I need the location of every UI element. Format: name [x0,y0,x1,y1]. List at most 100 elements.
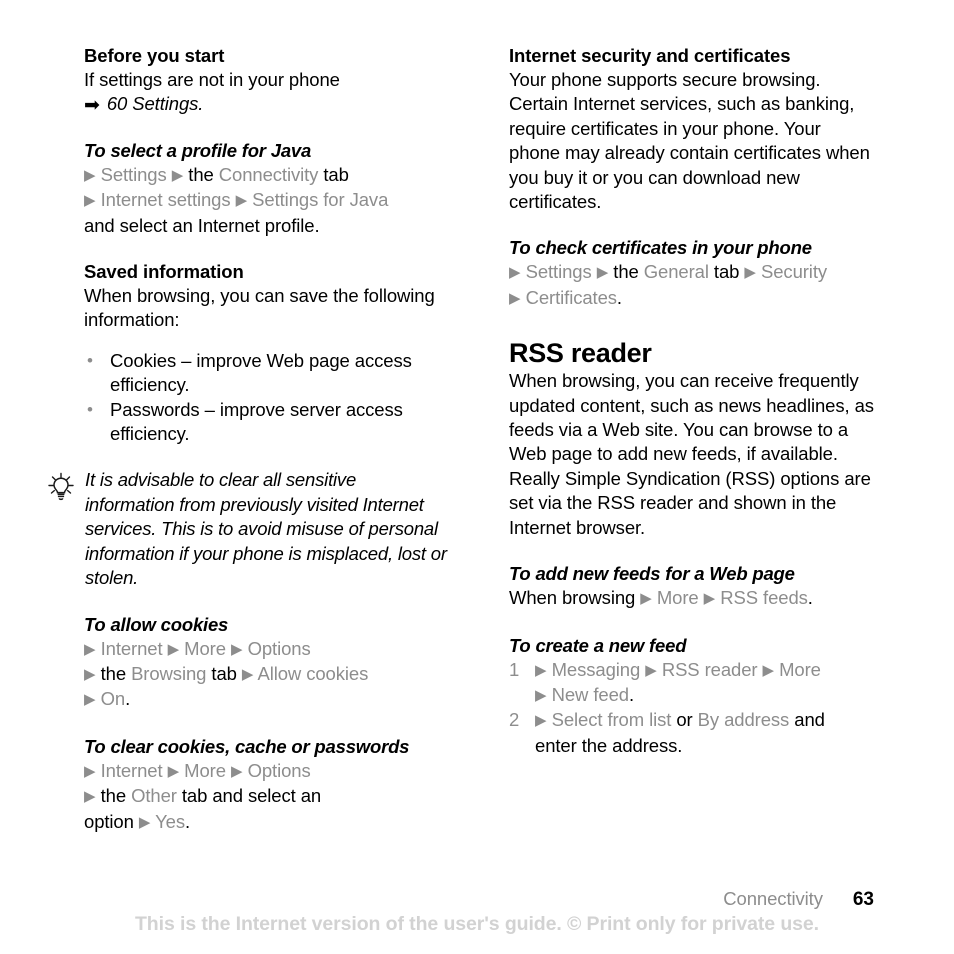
menu-item-label[interactable]: Internet settings [101,189,231,210]
menu-separator-icon: ▶ [645,661,657,679]
menu-item-label[interactable]: Internet [101,638,163,659]
menu-separator-icon: ▶ [84,665,96,683]
menu-item-label[interactable]: Options [248,760,311,781]
path-text: and select an Internet profile. [84,214,320,236]
menu-item-label[interactable]: Security [761,261,827,282]
menu-path-line: ▶ Internet settings ▶ Settings for Java [84,188,449,213]
footer: Connectivity 63 [723,888,874,911]
path-text: . [807,587,813,609]
menu-item-label[interactable]: Other [131,785,177,806]
path-text: the [100,785,127,807]
menu-item-label[interactable]: Select from list [552,709,672,730]
menu-separator-icon: ▶ [230,762,243,780]
menu-item-label[interactable]: Yes [155,811,185,832]
menu-path-line: ▶ the Browsing tab ▶ Allow cookies [84,662,449,687]
menu-separator-icon: ▶ [241,665,254,683]
step-number: 2 [509,709,520,731]
path-text: the [100,662,127,684]
menu-path-line: ▶ Internet ▶ More ▶ Options [84,759,449,784]
menu-separator-icon: ▶ [509,289,521,307]
menu-item-label[interactable]: New feed [552,684,629,705]
footer-watermark: This is the Internet version of the user… [135,913,819,935]
internet-security-body: Your phone supports secure browsing. Cer… [509,69,870,213]
path-text: the [613,261,639,283]
menu-separator-icon: ▶ [235,192,248,210]
menu-path-line: When browsing ▶ More ▶ RSS feeds. [509,586,874,611]
menu-item-label[interactable]: Browsing [131,663,206,684]
heading-before-you-start: Before you start [84,45,225,66]
menu-item-label[interactable]: Allow cookies [257,663,368,684]
menu-separator-icon: ▶ [762,661,775,679]
lightbulb-icon [45,471,77,503]
menu-item-label[interactable]: Settings [526,261,592,282]
heading-select-profile-java: To select a profile for Java [84,139,312,161]
menu-separator-icon: ▶ [744,264,756,282]
menu-separator-icon: ▶ [84,762,96,780]
path-text: . [628,683,634,705]
menu-item-label[interactable]: Connectivity [219,164,319,185]
heading-allow-cookies: To allow cookies [84,613,229,635]
menu-item-label[interactable]: More [657,587,699,608]
heading-clear-cookies: To clear cookies, cache or passwords [84,735,410,757]
saved-information-body: When browsing, you can save the followin… [84,285,435,331]
menu-item-label[interactable]: More [184,760,226,781]
menu-separator-icon: ▶ [640,590,652,608]
list-item-label: Passwords – improve server access effici… [110,398,403,445]
menu-path-line: enter the address. [535,734,874,758]
menu-separator-icon: ▶ [535,712,547,730]
right-arrow-icon: ➡ [84,95,100,117]
numbered-step: 1 ▶ Messaging ▶ RSS reader ▶ More ▶ New fe… [509,658,874,709]
path-text: . [185,810,191,832]
menu-separator-icon: ▶ [535,686,547,704]
menu-item-label[interactable]: More [184,638,226,659]
menu-item-label[interactable]: RSS reader [662,659,758,680]
menu-item-label[interactable]: Options [248,638,311,659]
menu-separator-icon: ▶ [171,166,184,184]
cross-reference-label: 60 Settings. [106,93,204,115]
menu-path-line: ▶ On. [84,687,449,712]
path-text: the [188,163,214,185]
step-number: 1 [509,658,520,680]
heading-create-new-feed: To create a new feed [509,634,687,656]
menu-separator-icon: ▶ [596,264,609,282]
menu-item-label[interactable]: General [644,261,709,282]
bullet-icon: • [87,399,93,419]
footer-page-number: 63 [852,889,874,910]
list-item: • Passwords – improve server access effic… [84,398,449,447]
path-text: . [125,688,131,710]
path-text: tab [323,163,349,185]
menu-separator-icon: ▶ [509,264,521,282]
menu-path-line: ▶ Settings ▶ the General tab ▶ Security [509,260,874,285]
right-column: Internet security and certificates Your … [509,44,874,835]
list-item: • Cookies – improve Web page access effic… [84,349,449,398]
menu-item-label[interactable]: By address [698,709,790,730]
menu-separator-icon: ▶ [84,788,96,806]
menu-item-label[interactable]: Settings for Java [252,189,388,210]
document-page: Before you start If settings are not in … [0,0,954,954]
tip-note: It is advisable to clear all sensitive i… [45,468,449,590]
footer-chapter-name: Connectivity [723,888,823,909]
path-text: tab and select an [181,785,322,807]
heading-check-certificates: To check certificates in your phone [509,237,812,259]
menu-separator-icon: ▶ [167,762,180,780]
heading-saved-information: Saved information [84,261,244,283]
left-column: Before you start If settings are not in … [48,44,449,835]
menu-item-label[interactable]: On [101,688,126,709]
path-text: or [676,709,693,731]
menu-item-label[interactable]: RSS feeds [720,587,808,608]
menu-item-label[interactable]: More [779,659,821,680]
menu-item-label[interactable]: Certificates [526,287,617,308]
menu-item-label[interactable]: Internet [101,760,163,781]
cross-reference-60-settings: ➡ 60 Settings. [84,92,449,116]
menu-item-label[interactable]: Settings [101,164,167,185]
menu-path-line: ▶ Certificates. [509,286,874,311]
numbered-step: 2 ▶ Select from list or By address and ent… [509,708,874,758]
menu-item-label[interactable]: Messaging [552,659,641,680]
